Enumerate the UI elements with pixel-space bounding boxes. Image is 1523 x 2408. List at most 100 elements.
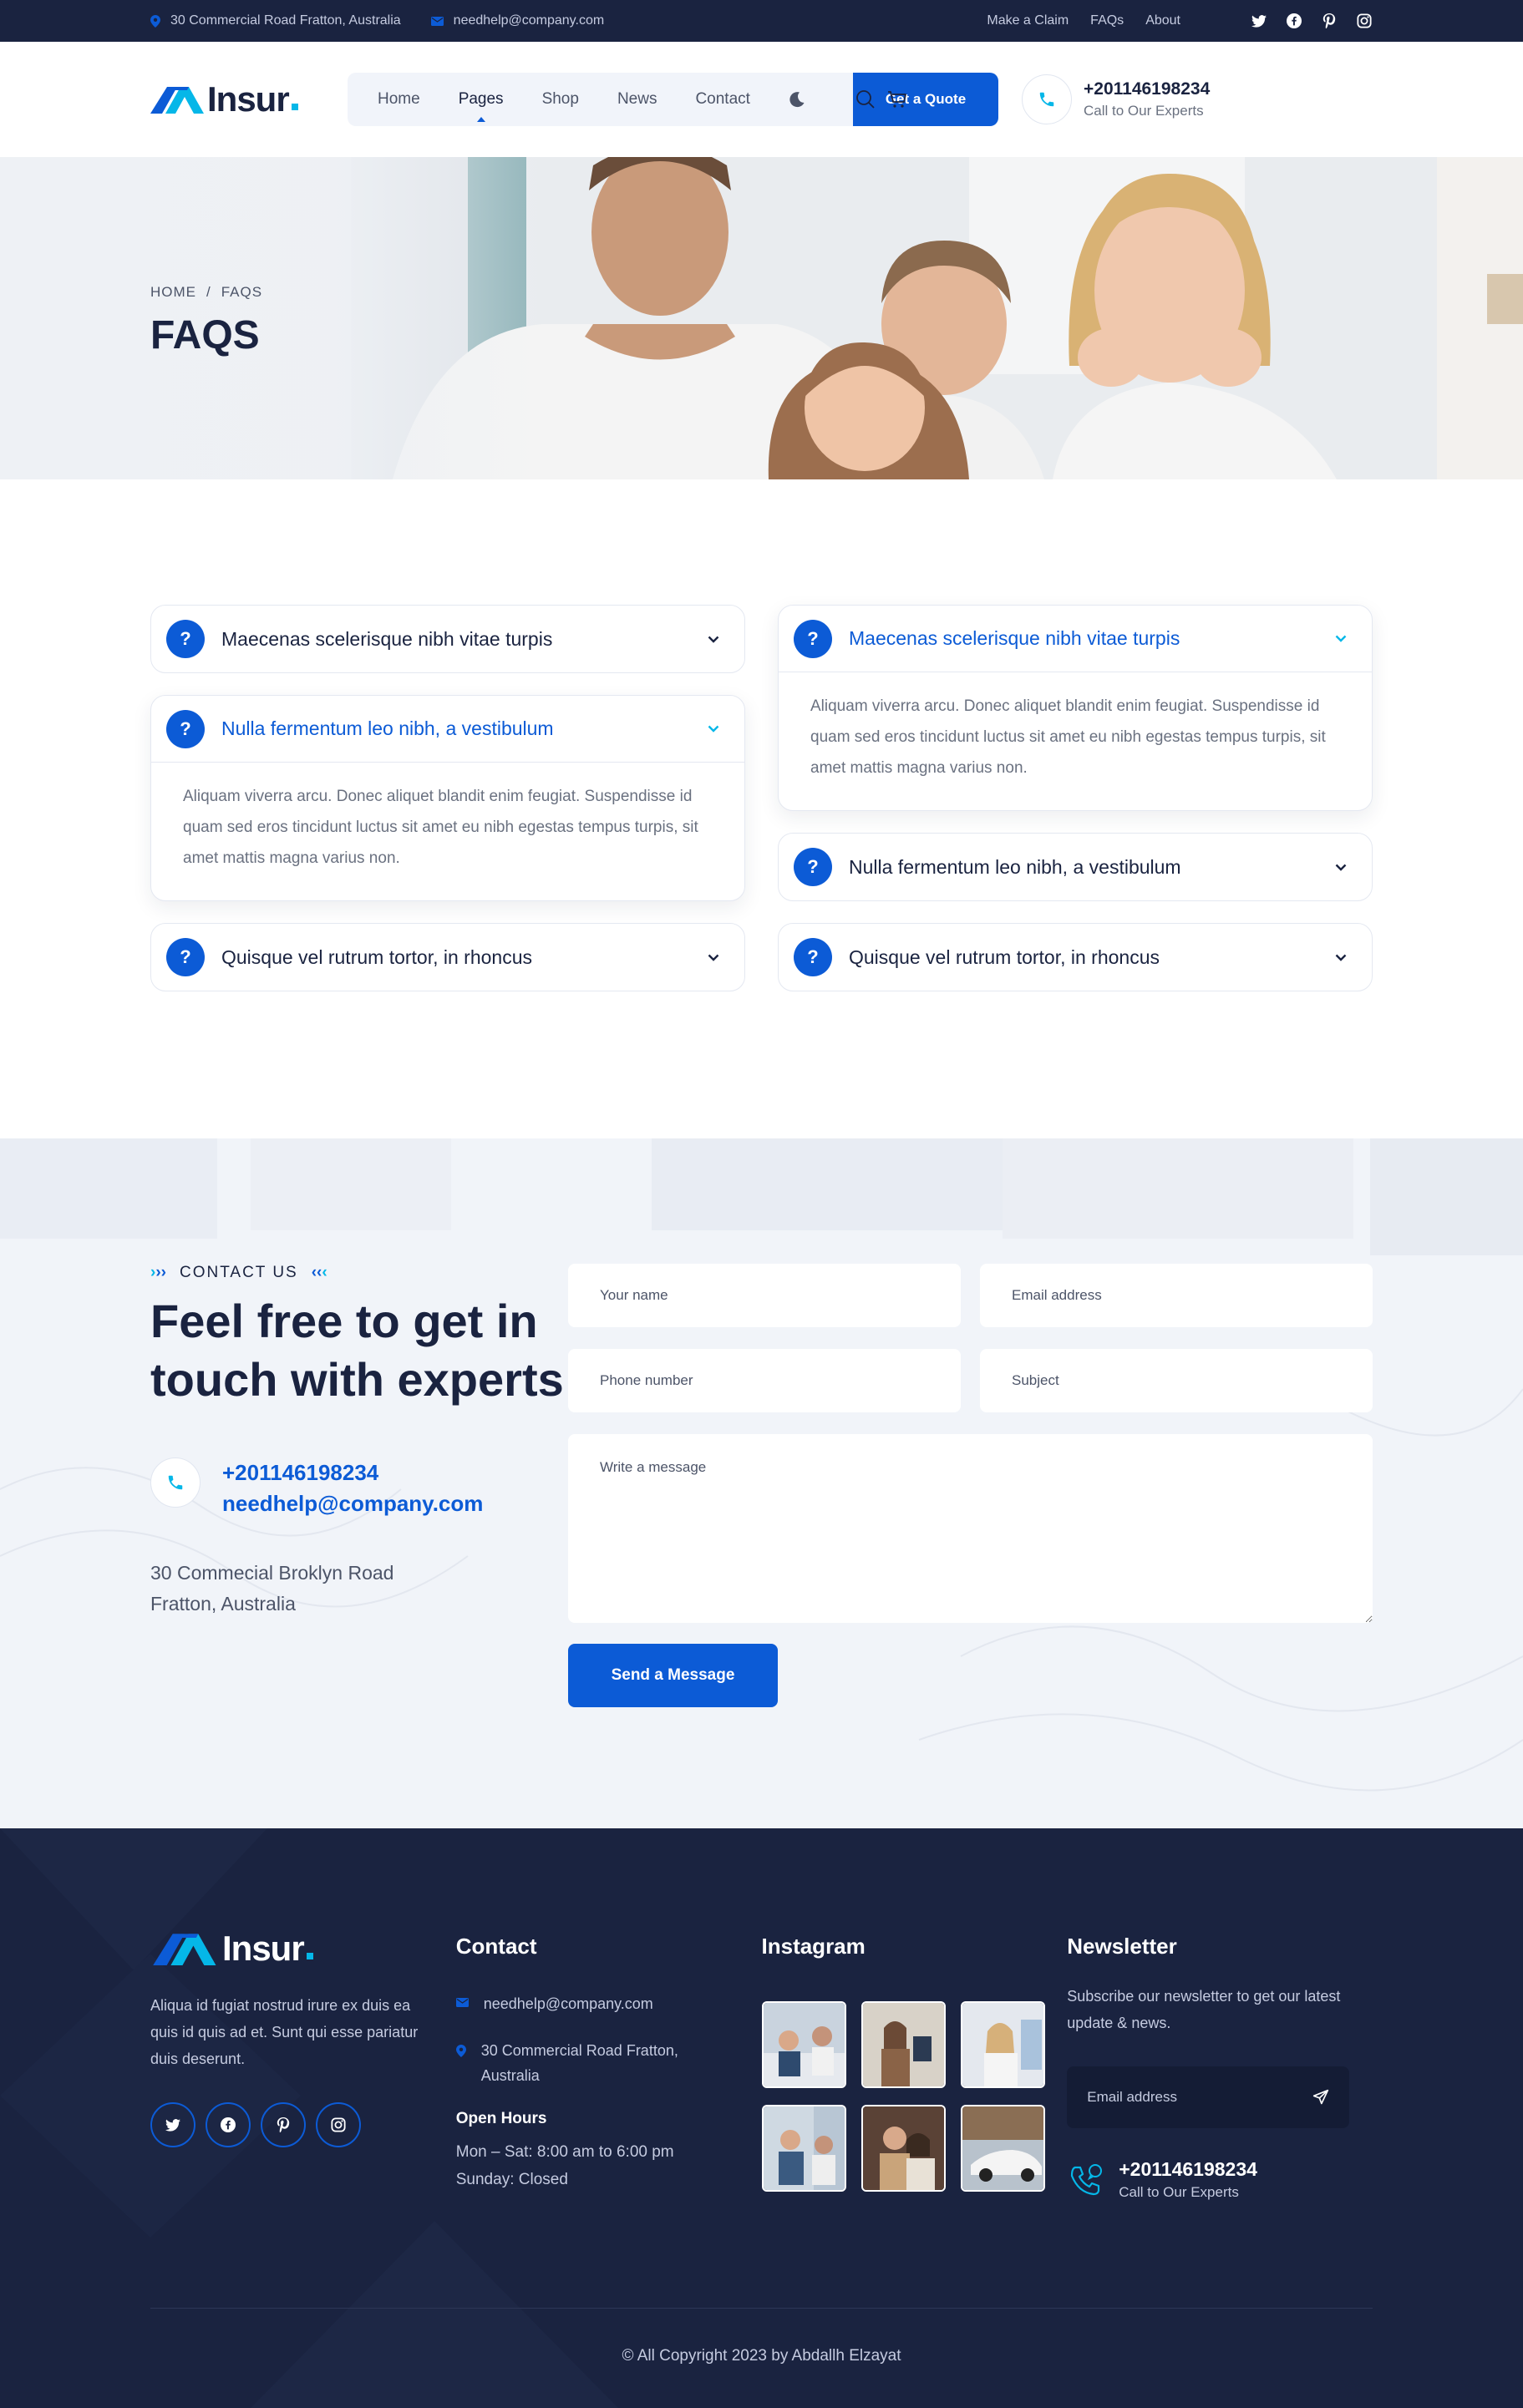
faq-question: Quisque vel rutrum tortor, in rhoncus <box>221 945 532 968</box>
header-phone-caption: Call to Our Experts <box>1084 103 1204 119</box>
instagram-icon[interactable] <box>316 2102 361 2147</box>
faq-item-open[interactable]: ? Maecenas scelerisque nibh vitae turpis… <box>778 605 1373 811</box>
footer-email[interactable]: needhelp@company.com <box>455 1991 762 2016</box>
topbar-email[interactable]: needhelp@company.com <box>430 13 605 28</box>
header-call[interactable]: +201146198234 Call to Our Experts <box>1022 74 1210 124</box>
logo-mark-icon <box>153 1934 216 1965</box>
faq-question-row[interactable]: ? Quisque vel rutrum tortor, in rhoncus <box>779 924 1372 991</box>
subject-input[interactable] <box>980 1349 1373 1412</box>
instagram-photo[interactable] <box>860 2001 946 2088</box>
footer-about-text: Aliqua id fugiat nostrud irure ex duis e… <box>150 1997 419 2067</box>
chevron-down-icon[interactable] <box>708 725 719 733</box>
footer-about: Insur Aliqua id fugiat nostrud irure ex … <box>150 1929 456 2201</box>
header-phone-number: +201146198234 <box>1084 79 1211 99</box>
footer-address: 30 Commercial Road Fratton, Australia <box>455 2038 762 2088</box>
footer-address-text: 30 Commercial Road Fratton, Australia <box>480 2042 678 2084</box>
faq-question-row[interactable]: ? Maecenas scelerisque nibh vitae turpis <box>779 606 1372 672</box>
open-hours-title: Open Hours <box>455 2110 547 2127</box>
newsletter-email-input[interactable] <box>1087 2089 1313 2106</box>
instagram-title: Instagram <box>761 1934 866 1959</box>
chevron-down-icon[interactable] <box>1335 954 1347 961</box>
arrows-left-icon: ‹‹‹ <box>311 1264 327 1281</box>
chevron-down-icon[interactable] <box>1335 635 1347 642</box>
newsletter-text: Subscribe our newsletter to get our late… <box>1067 1988 1341 2031</box>
contact-phone-link[interactable]: +201146198234 <box>222 1457 483 1488</box>
faq-item[interactable]: ? Quisque vel rutrum tortor, in rhoncus <box>778 923 1373 991</box>
faq-question-row[interactable]: ? Nulla fermentum leo nibh, a vestibulum <box>151 696 744 763</box>
instagram-photo[interactable] <box>761 2105 846 2192</box>
newsletter-title: Newsletter <box>1067 1934 1177 1959</box>
footer-newsletter: Newsletter Subscribe our newsletter to g… <box>1067 1929 1373 2201</box>
logo-dot <box>291 104 298 110</box>
footer-logo[interactable]: Insur <box>150 1929 456 1969</box>
contact-email-link[interactable]: needhelp@company.com <box>222 1488 483 1519</box>
nav-pages[interactable]: Pages <box>459 90 504 122</box>
instagram-photo[interactable] <box>860 2105 946 2192</box>
topbar-link-make-claim[interactable]: Make a Claim <box>987 13 1069 28</box>
contact-section: ››› CONTACT US ‹‹‹ Feel free to get in t… <box>0 1138 1523 1828</box>
site-logo[interactable]: Insur <box>150 79 348 119</box>
search-icon[interactable] <box>855 89 876 109</box>
breadcrumb-home[interactable]: HOME <box>150 284 196 300</box>
faq-item-open[interactable]: ? Nulla fermentum leo nibh, a vestibulum… <box>150 695 745 901</box>
faq-answer: Aliquam viverra arcu. Donec aliquet blan… <box>810 697 1326 777</box>
question-mark-icon: ? <box>166 938 205 976</box>
chevron-down-icon[interactable] <box>1335 864 1347 871</box>
faq-item[interactable]: ? Nulla fermentum leo nibh, a vestibulum <box>778 833 1373 901</box>
message-textarea[interactable] <box>568 1434 1373 1623</box>
instagram-photo[interactable] <box>960 2001 1045 2088</box>
faq-question-row[interactable]: ? Maecenas scelerisque nibh vitae turpis <box>151 606 744 672</box>
faq-question-row[interactable]: ? Nulla fermentum leo nibh, a vestibulum <box>779 834 1372 900</box>
open-hours-sunday: Sunday: Closed <box>455 2171 568 2188</box>
send-icon[interactable] <box>1312 2089 1329 2106</box>
nav-contact[interactable]: Contact <box>695 90 749 109</box>
phone-chat-icon <box>1071 2163 1103 2195</box>
pinterest-icon[interactable] <box>1321 13 1338 29</box>
faq-question-row[interactable]: ? Quisque vel rutrum tortor, in rhoncus <box>151 924 744 991</box>
faq-question: Quisque vel rutrum tortor, in rhoncus <box>849 945 1160 968</box>
cart-icon[interactable] <box>887 89 907 109</box>
footer-logo-wordmark: Insur <box>222 1929 305 1968</box>
phone-icon <box>150 1457 201 1508</box>
contact-address-line1: 30 Commecial Broklyn Road <box>150 1562 394 1584</box>
pinterest-icon[interactable] <box>261 2102 306 2147</box>
open-hours-weekdays: Mon – Sat: 8:00 am to 6:00 pm <box>455 2143 674 2161</box>
faq-column-right: ? Maecenas scelerisque nibh vitae turpis… <box>778 605 1373 1013</box>
topbar-address: 30 Commercial Road Fratton, Australia <box>150 13 401 28</box>
instagram-photo[interactable] <box>761 2001 846 2088</box>
topbar-link-about[interactable]: About <box>1145 13 1180 28</box>
facebook-icon[interactable] <box>206 2102 251 2147</box>
faq-question: Maecenas scelerisque nibh vitae turpis <box>221 627 553 650</box>
send-message-button[interactable]: Send a Message <box>568 1644 778 1707</box>
nav-home[interactable]: Home <box>378 90 420 109</box>
chevron-down-icon[interactable] <box>708 636 719 643</box>
chevron-down-icon[interactable] <box>708 954 719 961</box>
instagram-photo[interactable] <box>960 2105 1045 2192</box>
breadcrumb-separator: / <box>206 284 211 300</box>
name-input[interactable] <box>568 1264 961 1327</box>
facebook-icon[interactable] <box>1286 13 1302 29</box>
topbar-email-text: needhelp@company.com <box>453 13 605 28</box>
faq-item[interactable]: ? Quisque vel rutrum tortor, in rhoncus <box>150 923 745 991</box>
contact-title: Feel free to get in touch with experts <box>150 1295 564 1406</box>
footer-call[interactable]: +201146198234 Call to Our Experts <box>1067 2158 1373 2201</box>
footer-instagram: Instagram <box>761 1929 1068 2201</box>
newsletter-form <box>1067 2066 1350 2128</box>
moon-icon[interactable] <box>789 91 805 108</box>
top-bar: 30 Commercial Road Fratton, Australia ne… <box>0 0 1523 42</box>
phone-input[interactable] <box>568 1349 961 1412</box>
faq-question: Nulla fermentum leo nibh, a vestibulum <box>849 855 1181 878</box>
nav-shop[interactable]: Shop <box>542 90 579 109</box>
faq-item[interactable]: ? Maecenas scelerisque nibh vitae turpis <box>150 605 745 673</box>
faq-answer: Aliquam viverra arcu. Donec aliquet blan… <box>183 788 698 867</box>
open-hours: Mon – Sat: 8:00 am to 6:00 pm Sunday: Cl… <box>456 2138 762 2193</box>
topbar-link-faqs[interactable]: FAQs <box>1090 13 1124 28</box>
twitter-icon[interactable] <box>1251 13 1267 29</box>
twitter-icon[interactable] <box>150 2102 195 2147</box>
contact-tag: ››› CONTACT US ‹‹‹ <box>150 1264 568 1282</box>
nav-news[interactable]: News <box>617 90 657 109</box>
location-pin-icon <box>150 14 160 28</box>
email-input[interactable] <box>980 1264 1373 1327</box>
instagram-icon[interactable] <box>1356 13 1373 29</box>
site-footer: Insur Aliqua id fugiat nostrud irure ex … <box>0 1828 1523 2408</box>
